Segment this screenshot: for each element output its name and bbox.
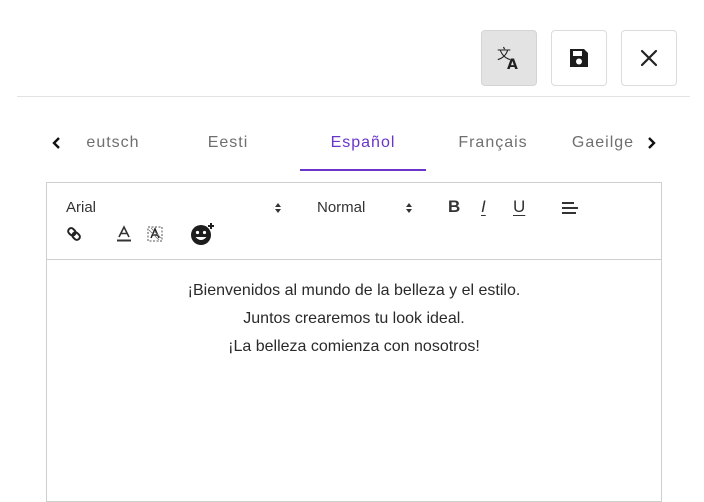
bold-button[interactable]: B	[448, 197, 460, 217]
font-size-value: Normal	[317, 199, 366, 216]
chevron-left-icon	[52, 137, 60, 149]
svg-text:A: A	[507, 57, 518, 71]
floppy-disk-icon	[570, 49, 588, 67]
select-arrows-icon	[275, 203, 281, 213]
tab-gaeilge[interactable]: Gaeilge	[558, 114, 638, 170]
save-button[interactable]	[551, 30, 607, 86]
background-color-button[interactable]	[146, 225, 164, 247]
close-icon	[640, 49, 658, 67]
tab-espanol[interactable]: Español	[300, 114, 426, 170]
emoji-add-icon	[191, 223, 214, 245]
rich-text-editor: Arial Normal B I U ¡Bienvenidos al mundo…	[46, 182, 662, 502]
highlight-icon	[147, 226, 163, 242]
align-left-icon	[562, 202, 578, 214]
translate-icon: 文 A	[497, 47, 518, 71]
tabs-next-button[interactable]	[642, 132, 662, 154]
active-tab-indicator	[300, 169, 426, 171]
text-color-icon	[117, 225, 131, 242]
font-family-value: Arial	[66, 199, 97, 216]
align-button[interactable]	[561, 200, 579, 220]
editor-content[interactable]: ¡Bienvenidos al mundo de la belleza y el…	[47, 277, 661, 361]
font-family-select[interactable]: Arial	[66, 199, 286, 219]
emoji-button[interactable]	[189, 220, 217, 252]
tabs-viewport: eutsch Eesti Español Français Gaeilge	[68, 114, 638, 172]
tab-francais[interactable]: Français	[438, 114, 548, 170]
close-button[interactable]	[621, 30, 677, 86]
tab-deutsch[interactable]: eutsch	[68, 114, 168, 170]
content-line-2: Juntos crearemos tu look ideal.	[243, 310, 465, 327]
text-color-button[interactable]	[115, 225, 133, 247]
tab-eesti[interactable]: Eesti	[178, 114, 278, 170]
content-line-1: ¡Bienvenidos al mundo de la belleza y el…	[187, 282, 521, 299]
link-icon	[67, 227, 81, 241]
header-divider	[17, 96, 690, 97]
content-line-3: ¡La belleza comienza con nosotros!	[228, 338, 480, 355]
editor-toolbar: Arial Normal B I U	[47, 183, 661, 260]
language-tabs: eutsch Eesti Español Français Gaeilge	[40, 114, 670, 172]
chevron-right-icon	[648, 137, 656, 149]
translate-button[interactable]: 文 A	[481, 30, 537, 86]
select-arrows-icon	[406, 203, 412, 213]
underline-button[interactable]: U	[513, 197, 525, 217]
font-size-select[interactable]: Normal	[317, 199, 417, 219]
italic-button[interactable]: I	[481, 197, 486, 217]
link-button[interactable]	[65, 225, 83, 247]
tabs-prev-button[interactable]	[46, 132, 66, 154]
